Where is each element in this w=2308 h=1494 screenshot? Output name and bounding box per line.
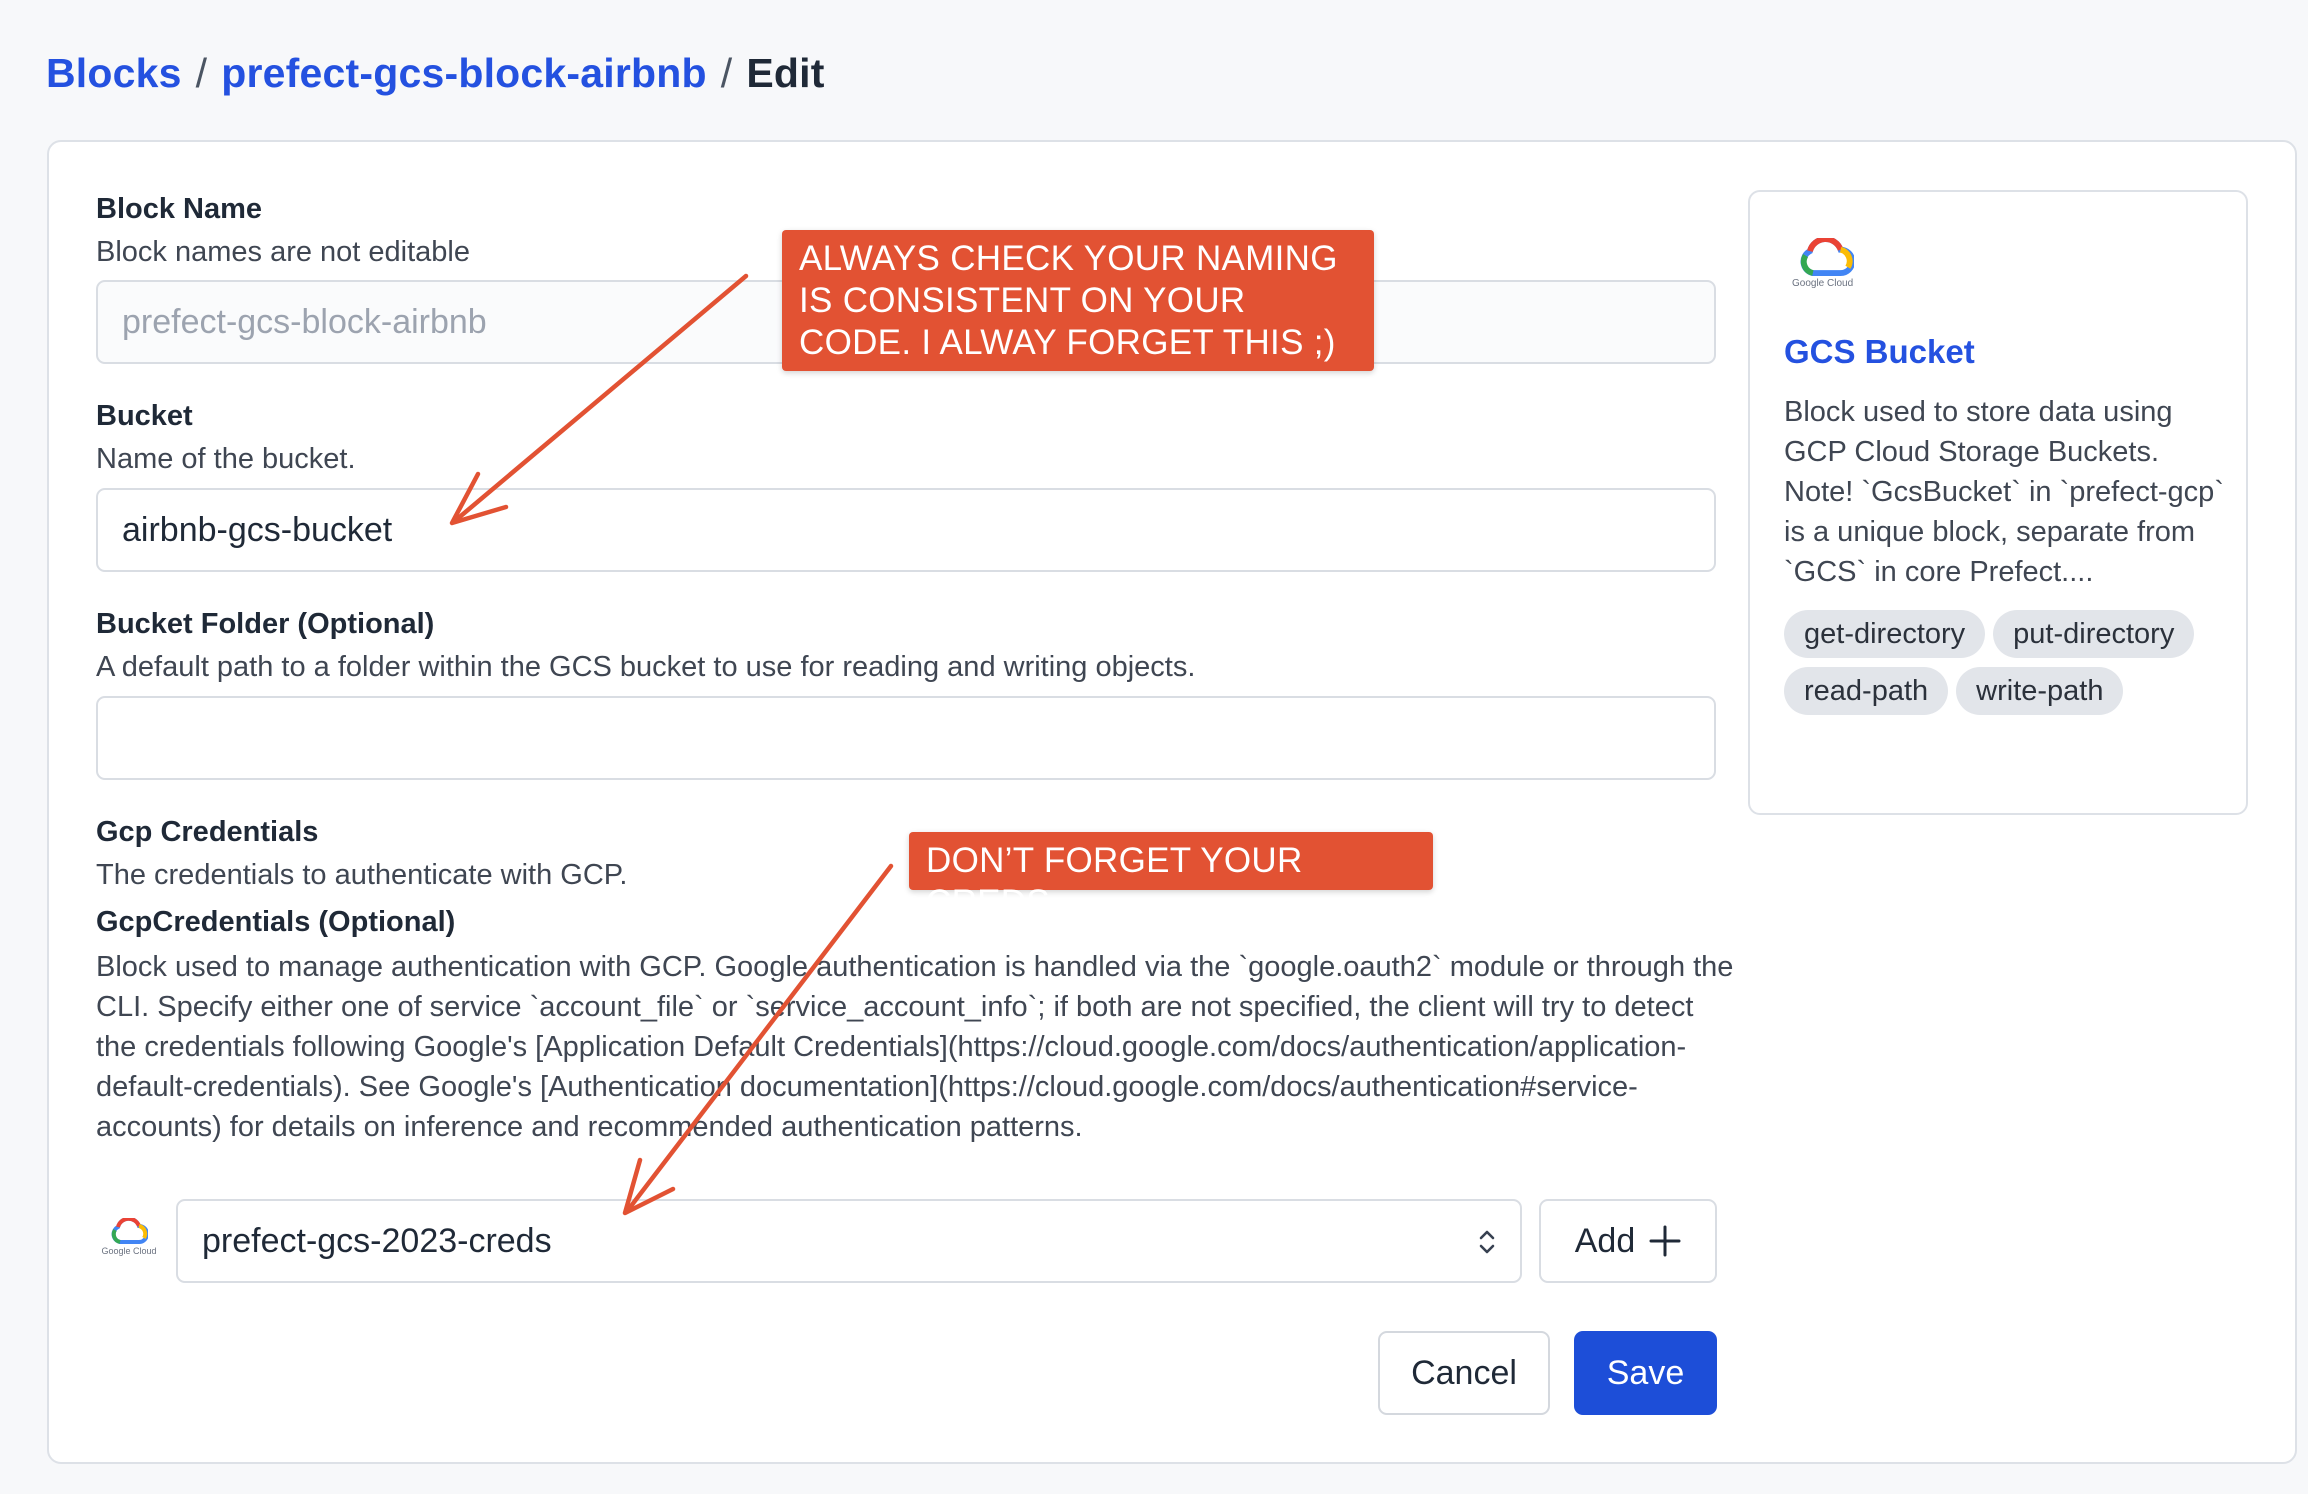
annotation-creds-note: DON’T FORGET YOUR CREDS [909, 832, 1433, 922]
google-cloud-logo-text: Google Cloud [1792, 278, 1854, 289]
annotation-naming-note: ALWAYS CHECK YOUR NAMING IS CONSISTENT O… [782, 230, 1374, 371]
bucket-folder-title: Bucket Folder (Optional) [96, 608, 435, 640]
add-button-label: Add [1574, 1221, 1636, 1260]
breadcrumb-separator: / [720, 50, 733, 96]
google-cloud-logo: Google Cloud [98, 1218, 160, 1268]
capability-chip: put-directory [1993, 610, 2195, 658]
google-cloud-logo-text: Google Cloud [101, 1246, 157, 1256]
plus-icon [1649, 1225, 1681, 1257]
google-cloud-icon [111, 1218, 148, 1244]
gcp-credentials-subtitle: GcpCredentials (Optional) [96, 906, 456, 938]
gcp-credentials-title: Gcp Credentials [96, 816, 319, 848]
gcp-credentials-description: The credentials to authenticate with GCP… [96, 859, 628, 891]
add-credentials-button[interactable]: Add [1539, 1199, 1717, 1283]
block-name-description: Block names are not editable [96, 236, 470, 268]
cancel-button[interactable]: Cancel [1378, 1331, 1550, 1415]
bucket-folder-description: A default path to a folder within the GC… [96, 651, 1196, 683]
block-type-description: Block used to store data using GCP Cloud… [1784, 396, 2224, 588]
capability-chip: get-directory [1784, 610, 1986, 658]
breadcrumb-blocks-link[interactable]: Blocks [46, 50, 182, 97]
breadcrumb-block-link[interactable]: prefect-gcs-block-airbnb [221, 50, 707, 97]
google-cloud-icon [1800, 238, 1854, 276]
page: Blocks / prefect-gcs-block-airbnb / Edit… [0, 0, 2308, 1494]
bucket-folder-input[interactable] [96, 696, 1716, 780]
bucket-title: Bucket [96, 400, 193, 432]
breadcrumb: Blocks / prefect-gcs-block-airbnb / Edit [46, 50, 825, 97]
gcp-credentials-selected-value: prefect-gcs-2023-creds [202, 1222, 552, 1260]
capability-chip: read-path [1784, 667, 1949, 715]
block-type-card: Google Cloud GCS Bucket Block used to st… [1748, 190, 2248, 815]
select-updown-icon [1479, 1230, 1495, 1254]
bucket-input[interactable] [96, 488, 1716, 572]
block-name-title: Block Name [96, 193, 263, 225]
gcp-credentials-long-description: Block used to manage authentication with… [96, 951, 1734, 1143]
bucket-description: Name of the bucket. [96, 443, 356, 475]
save-button[interactable]: Save [1574, 1331, 1717, 1415]
block-type-title[interactable]: GCS Bucket [1784, 333, 1975, 371]
breadcrumb-separator: / [195, 50, 208, 96]
google-cloud-logo: Google Cloud [1792, 238, 1864, 289]
capability-chip: write-path [1956, 667, 2124, 715]
gcp-credentials-select[interactable]: prefect-gcs-2023-creds [176, 1199, 1522, 1283]
breadcrumb-current: Edit [746, 50, 825, 96]
capability-chips: get-directory put-directory read-path wr… [1784, 610, 2224, 715]
